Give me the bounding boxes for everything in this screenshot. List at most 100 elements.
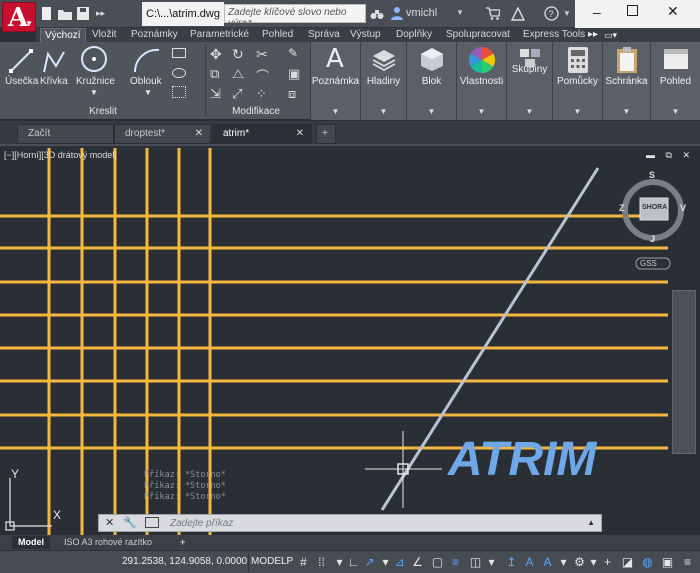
tab-poznamky[interactable]: Poznámky bbox=[131, 28, 178, 42]
search-input[interactable]: Zadejte klíčové slovo nebo výraz bbox=[224, 4, 366, 29]
clipboard-button[interactable]: Schránka ▼ bbox=[602, 42, 650, 120]
chevron-down-icon[interactable]: ▼ bbox=[144, 88, 152, 97]
ellipse-icon[interactable] bbox=[172, 68, 186, 78]
circle-icon[interactable] bbox=[80, 45, 108, 73]
command-prompt-icon[interactable] bbox=[145, 517, 159, 528]
username[interactable]: vmichl bbox=[406, 7, 437, 19]
binoculars-icon[interactable] bbox=[370, 8, 384, 20]
plus-icon[interactable]: + bbox=[600, 555, 615, 570]
new-file-icon[interactable] bbox=[40, 7, 54, 20]
hardware-acceleration-icon[interactable]: ◍ bbox=[640, 555, 655, 570]
viewcube-east[interactable]: V bbox=[680, 203, 686, 213]
chevron-down-icon[interactable]: ▾ bbox=[586, 555, 601, 570]
tab-pohled[interactable]: Pohled bbox=[262, 28, 293, 42]
layout-tab-iso-a3[interactable]: ISO A3 rohové razítko bbox=[58, 536, 158, 549]
close-icon[interactable]: ✕ bbox=[667, 3, 679, 20]
polar-tracking-icon[interactable]: ↗ bbox=[362, 555, 377, 570]
new-tab-button[interactable]: + bbox=[316, 124, 336, 144]
ucs-label[interactable]: GSS bbox=[640, 259, 657, 268]
coordinates-readout[interactable]: 291.2538, 124.9058, 0.0000 bbox=[122, 556, 247, 567]
tab-spolupracovat[interactable]: Spolupracovat bbox=[446, 28, 510, 42]
doc-tab-droptest[interactable]: droptest* ✕ bbox=[114, 124, 211, 144]
panel-title-modify[interactable]: Modifikace bbox=[206, 106, 306, 118]
chevron-up-icon[interactable]: ▲ bbox=[587, 518, 595, 527]
rectangle-icon[interactable] bbox=[172, 48, 186, 58]
tab-vlozit[interactable]: Vložit bbox=[92, 28, 116, 42]
viewcube-face-label[interactable]: SHORA bbox=[642, 204, 667, 211]
help-icon[interactable]: ? bbox=[544, 6, 559, 21]
selection-cycling-icon[interactable]: ↥ bbox=[504, 555, 519, 570]
grid-icon[interactable]: # bbox=[296, 555, 311, 570]
tool-label-oblouk[interactable]: Oblouk bbox=[130, 76, 162, 87]
more-tools-icon[interactable]: ▸▸ bbox=[96, 8, 110, 21]
drawing-canvas[interactable]: ATRIM bbox=[0, 148, 700, 535]
command-input[interactable]: Zadejte příkaz bbox=[170, 518, 233, 529]
more-tabs-icon[interactable]: ▸▸ bbox=[588, 28, 598, 42]
mirror-icon[interactable]: ⧍ bbox=[232, 66, 244, 82]
doc-tab-zacit[interactable]: Začít bbox=[17, 124, 114, 144]
wrench-icon[interactable]: 🔧 bbox=[123, 516, 137, 529]
open-folder-icon[interactable] bbox=[58, 7, 72, 20]
navigation-bar[interactable] bbox=[672, 290, 696, 454]
close-icon[interactable]: ✕ bbox=[296, 125, 304, 143]
move-icon[interactable]: ✥ bbox=[210, 46, 222, 63]
viewcube-west[interactable]: Z bbox=[619, 203, 625, 213]
cart-icon[interactable] bbox=[486, 7, 500, 20]
block-button[interactable]: Blok ▼ bbox=[406, 42, 456, 120]
maximize-icon[interactable] bbox=[627, 5, 638, 16]
application-menu-button[interactable]: A ▼ bbox=[2, 2, 36, 33]
annotation-button[interactable]: A Poznámka ▼ bbox=[310, 42, 360, 120]
tool-label-krivka[interactable]: Křivka bbox=[40, 76, 68, 87]
atrim-text-object[interactable]: ATRIM bbox=[447, 433, 597, 486]
array-icon[interactable]: ⁘ bbox=[256, 86, 267, 102]
chevron-down-icon[interactable]: ▾ bbox=[556, 555, 571, 570]
viewport-label[interactable]: [−][Horní][3D drátový model] bbox=[4, 150, 117, 160]
customization-icon[interactable]: ≡ bbox=[680, 555, 695, 570]
a360-icon[interactable] bbox=[510, 7, 526, 21]
isodraft-icon[interactable]: ⊿ bbox=[392, 555, 407, 570]
hatch-icon[interactable] bbox=[172, 86, 186, 98]
tab-vychozi[interactable]: Výchozí bbox=[40, 28, 86, 42]
offset-icon[interactable]: ⧈ bbox=[288, 86, 296, 102]
explode-icon[interactable]: ▣ bbox=[288, 66, 300, 82]
tool-label-usecka[interactable]: Úsečka bbox=[5, 76, 38, 87]
utilities-button[interactable]: Pomůcky ▼ bbox=[552, 42, 602, 120]
viewcube-south[interactable]: J bbox=[650, 234, 655, 244]
view-button[interactable]: Pohled ▼ bbox=[650, 42, 700, 120]
fillet-icon[interactable]: ⌒ bbox=[256, 66, 269, 85]
polyline-icon[interactable] bbox=[42, 48, 66, 74]
chevron-down-icon[interactable]: ▼ bbox=[563, 9, 571, 18]
user-icon[interactable] bbox=[391, 6, 403, 20]
trim-icon[interactable]: ✂ bbox=[256, 46, 268, 63]
isolate-objects-icon[interactable]: ◪ bbox=[620, 555, 635, 570]
viewcube-north[interactable]: S bbox=[649, 170, 655, 180]
panel-title-draw[interactable]: Kreslit bbox=[0, 106, 206, 118]
object-tracking-icon[interactable]: ∠ bbox=[410, 555, 425, 570]
save-icon[interactable] bbox=[76, 7, 90, 20]
chevron-down-icon[interactable]: ▼ bbox=[456, 8, 464, 17]
drawing-viewport[interactable]: ATRIM [−][Horní][3D drátový model] ▬ ⧉ ✕… bbox=[0, 148, 700, 535]
layout-tab-model[interactable]: Model bbox=[12, 536, 50, 549]
ribbon-toggle-icon[interactable]: ▭▾ bbox=[604, 28, 617, 42]
ortho-icon[interactable]: ∟ bbox=[346, 555, 361, 570]
tab-sprava[interactable]: Správa bbox=[308, 28, 340, 42]
annotation-autoscale-icon[interactable]: A bbox=[540, 555, 555, 570]
rotate-icon[interactable]: ↻ bbox=[232, 46, 244, 63]
close-icon[interactable]: ✕ bbox=[195, 125, 203, 143]
erase-icon[interactable]: ✎ bbox=[288, 46, 298, 60]
scale-icon[interactable]: ⤢ bbox=[232, 86, 242, 102]
chevron-down-icon[interactable]: ▾ bbox=[484, 555, 499, 570]
tab-express-tools[interactable]: Express Tools bbox=[523, 28, 585, 42]
properties-button[interactable]: Vlastnosti ▼ bbox=[456, 42, 506, 120]
tool-label-kruznice[interactable]: Kružnice bbox=[76, 76, 115, 87]
clean-screen-icon[interactable]: ▣ bbox=[660, 555, 675, 570]
annotation-visibility-icon[interactable]: A bbox=[522, 555, 537, 570]
stretch-icon[interactable]: ⇲ bbox=[210, 86, 221, 102]
transparency-icon[interactable]: ◫ bbox=[468, 555, 483, 570]
layers-button[interactable]: Hladiny ▼ bbox=[360, 42, 406, 120]
model-space-toggle[interactable]: MODELP bbox=[251, 556, 293, 567]
minimize-icon[interactable]: – bbox=[593, 4, 601, 20]
viewport-controls[interactable]: ▬ ⧉ ✕ bbox=[646, 150, 694, 161]
chevron-down-icon[interactable]: ▼ bbox=[90, 88, 98, 97]
osnap-icon[interactable]: ▢ bbox=[430, 555, 445, 570]
